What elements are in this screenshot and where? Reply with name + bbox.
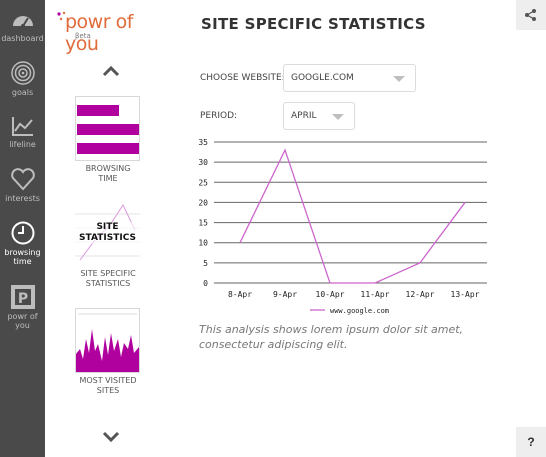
x-tick-label: 12-Apr	[406, 290, 435, 299]
x-tick-label: 11-Apr	[361, 290, 390, 299]
line-chart-icon	[11, 117, 33, 136]
share-icon	[525, 9, 536, 21]
period-select[interactable]: APRIL	[283, 102, 355, 130]
thumb-browsing-time[interactable]	[75, 96, 140, 161]
analysis-note: This analysis shows lorem ipsum dolor si…	[199, 323, 464, 351]
thumb-overlay-title: SITE STATISTICS	[75, 222, 140, 244]
period-label: PERIOD:	[200, 111, 238, 121]
clock-icon	[11, 221, 34, 245]
x-tick-label: 10-Apr	[316, 290, 345, 299]
thumb-site-specific-statistics[interactable]: SITE STATISTICS	[75, 200, 140, 265]
website-label: CHOOSE WEBSITE:	[200, 73, 285, 83]
app-window: dashboard goals lifeline interests brows…	[0, 0, 546, 457]
thumb-label-site-specific-statistics: SITE SPECIFIC STATISTICS	[80, 269, 136, 288]
y-tick-label: 20	[198, 198, 208, 207]
scroll-down-arrow-icon[interactable]	[101, 430, 121, 444]
period-select-value: APRIL	[291, 111, 317, 121]
browsing-time-preview	[77, 105, 139, 154]
x-tick-label: 9-Apr	[273, 290, 297, 299]
heart-icon	[10, 168, 35, 191]
nav-label: powr of	[7, 312, 38, 321]
nav-label: goals	[11, 88, 34, 97]
chevron-down-icon	[332, 114, 344, 120]
help-button[interactable]: ?	[516, 427, 546, 457]
y-tick-label: 5	[203, 259, 208, 268]
nav-item-goals[interactable]: goals	[0, 60, 45, 97]
nav-item-interests[interactable]: interests	[0, 166, 45, 203]
nav-item-lifeline[interactable]: lifeline	[0, 114, 45, 149]
x-tick-label: 13-Apr	[451, 290, 480, 299]
x-tick-label: 8-Apr	[228, 290, 252, 299]
main-content: SITE SPECIFIC STATISTICS CHOOSE WEBSITE:…	[170, 0, 546, 457]
y-tick-label: 10	[198, 239, 208, 248]
legend-label: www.google.com	[330, 307, 389, 315]
y-tick-label: 0	[203, 279, 208, 288]
powr-p-icon: P	[10, 285, 35, 309]
nav-item-powr-of-you[interactable]: P powr of you	[0, 284, 45, 330]
website-select[interactable]: GOOGLE.COM	[283, 64, 416, 92]
nav-label-2: you	[15, 321, 30, 330]
nav-label: browsing	[4, 248, 41, 257]
nav-item-browsing-time[interactable]: browsing time	[0, 220, 45, 266]
target-icon	[10, 61, 35, 85]
thumb-most-visited-sites[interactable]	[75, 308, 140, 373]
y-tick-label: 25	[198, 178, 208, 187]
view-selector: powr of you βeta BROWSING TIME SITE STAT…	[45, 0, 170, 457]
beta-badge: βeta	[75, 32, 91, 40]
sidebar-nav: dashboard goals lifeline interests brows…	[0, 0, 45, 457]
dashboard-icon	[12, 16, 33, 28]
logo[interactable]: powr of you βeta	[55, 8, 165, 55]
website-select-value: GOOGLE.COM	[291, 73, 354, 83]
share-button[interactable]	[516, 0, 546, 30]
svg-text:P: P	[17, 291, 27, 307]
nav-label: lifeline	[9, 140, 36, 149]
nav-label-2: time	[13, 257, 32, 266]
y-tick-label: 30	[198, 158, 208, 167]
y-tick-label: 15	[198, 219, 208, 228]
y-tick-label: 35	[198, 138, 208, 147]
scroll-up-arrow-icon[interactable]	[101, 64, 121, 78]
nav-label: interests	[5, 194, 40, 203]
chevron-down-icon	[393, 76, 405, 82]
most-visited-preview	[76, 313, 139, 372]
thumb-label-most-visited-sites: MOST VISITED SITES	[79, 376, 137, 395]
nav-label: dashboard	[1, 34, 44, 43]
nav-item-dashboard[interactable]: dashboard	[0, 8, 45, 43]
thumb-label-browsing-time: BROWSING TIME	[85, 164, 131, 183]
page-title: SITE SPECIFIC STATISTICS	[201, 15, 426, 33]
site-statistics-chart: 0 5 10 15 20 25 30 35 8-Apr 9-Apr 10-Apr 11-Apr 12-A…	[198, 138, 487, 315]
